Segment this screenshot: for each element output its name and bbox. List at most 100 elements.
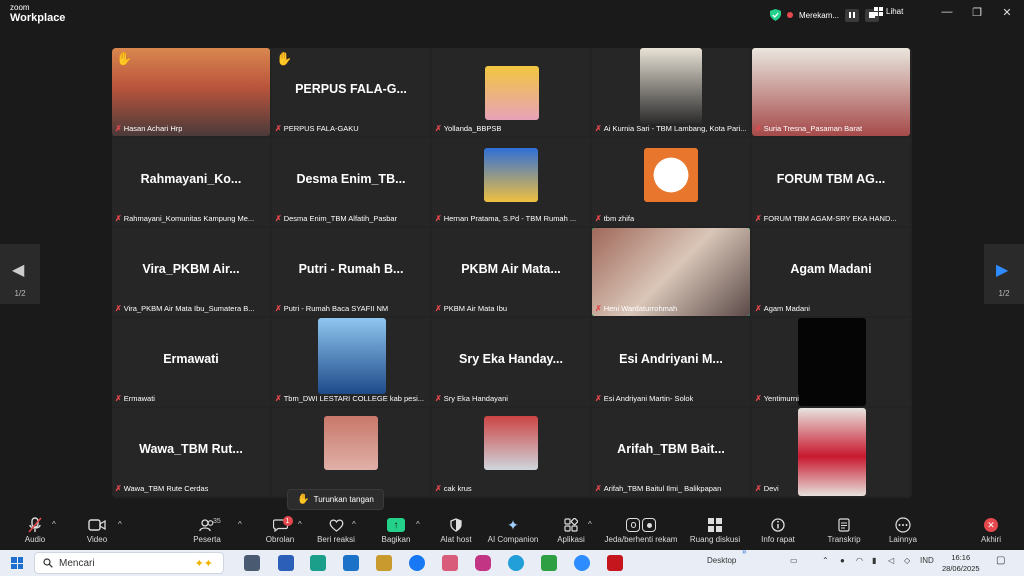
raised-hand-icon: ✋ <box>276 51 293 66</box>
audio-options-caret-icon[interactable]: ^ <box>52 520 56 529</box>
search-icon <box>43 558 53 568</box>
taskbar-camera-app-icon[interactable] <box>244 555 260 571</box>
taskbar-zoom-icon[interactable] <box>574 555 590 571</box>
sparkle-icon: ✦ <box>507 516 519 533</box>
notifications-icon[interactable]: ▢ <box>996 555 1005 566</box>
transcript-button[interactable]: Transkrip <box>826 515 862 549</box>
participant-tile[interactable]: Ermawati ✗ Ermawati <box>112 318 270 406</box>
lower-hand-button[interactable]: ✋ Turunkan tangan <box>287 489 384 510</box>
language-indicator[interactable]: IND <box>920 556 934 565</box>
meeting-info-button[interactable]: Info rapat <box>758 515 798 549</box>
next-page-button[interactable]: ▶ 1/2 <box>984 244 1024 304</box>
mic-muted-icon: ✗ <box>435 304 442 313</box>
participant-tile[interactable]: Agam Madani ✗ Agam Madani <box>752 228 910 316</box>
tray-volume-icon[interactable]: ◁ <box>888 556 894 565</box>
host-tools-button[interactable]: Alat host <box>438 515 474 549</box>
participant-tile[interactable]: Esi Andriyani M... ✗ Esi Andriyani Martin-… <box>592 318 750 406</box>
participant-tile[interactable]: PERPUS FALA-G... ✋ ✗ PERPUS FALA-GAKU <box>272 48 430 136</box>
participant-tile[interactable]: Sry Eka Handay... ✗ Sry Eka Handayani <box>432 318 590 406</box>
participant-tile[interactable]: ✗ tbm zhifa <box>592 138 750 226</box>
tray-mic-icon[interactable]: ● <box>840 556 845 565</box>
chat-label: Obrolan <box>265 535 295 544</box>
participant-tile[interactable]: ✗ Hernan Pratama, S.Pd - TBM Rumah ... <box>432 138 590 226</box>
taskbar-copilot-icon[interactable] <box>442 555 458 571</box>
participant-tile[interactable]: ✗ Yentimurni <box>752 318 910 406</box>
previous-page-button[interactable]: ◀ 1/2 <box>0 244 40 304</box>
participant-tile[interactable]: FORUM TBM AG... ✗ FORUM TBM AGAM-SRY EKA H… <box>752 138 910 226</box>
taskbar-clock[interactable]: 16:16 28/06/2025 <box>942 552 980 574</box>
apps-button[interactable]: Aplikasi <box>556 515 586 549</box>
participant-tile[interactable]: Putri - Rumah B... ✗ Putri - Rumah Baca SY… <box>272 228 430 316</box>
taskbar-edge-icon[interactable] <box>310 555 326 571</box>
desktop-toolbar-label[interactable]: Desktop <box>707 556 736 565</box>
reactions-caret-icon[interactable]: ^ <box>352 520 356 529</box>
participant-name-tag: ✗ Yollanda_BBPSB <box>435 123 501 134</box>
participant-tile[interactable]: PKBM Air Mata... ✗ PKBM Air Mata Ibu <box>432 228 590 316</box>
participant-tile[interactable]: ✋ ✗ Hasan Achari Hrp <box>112 48 270 136</box>
participant-tile[interactable]: ✗ Tbm_DWI LESTARI COLLEGE kab pesi... <box>272 318 430 406</box>
close-window-button[interactable]: ✕ <box>997 6 1017 19</box>
page-indicator-right: 1/2 <box>998 289 1010 298</box>
recording-indicator[interactable]: Merekam... <box>770 7 880 23</box>
participant-tile[interactable] <box>272 408 430 496</box>
pause-stop-recording-button[interactable]: Jeda/berhenti rekam <box>604 515 678 549</box>
end-meeting-label: Akhiri <box>980 535 1001 544</box>
share-caret-icon[interactable]: ^ <box>416 520 420 529</box>
audio-button[interactable]: Audio <box>22 515 48 549</box>
desktop-expand-icon[interactable]: » <box>742 547 746 556</box>
participant-tile[interactable]: ✗ Ai Kurnia Sari - TBM Lambang, Kota Pari… <box>592 48 750 136</box>
share-button[interactable]: ↑ Bagikan <box>380 515 412 549</box>
minimize-button[interactable]: — <box>937 6 957 18</box>
tray-battery-icon[interactable]: ▮ <box>872 556 876 565</box>
taskbar-facebook-icon[interactable] <box>409 555 425 571</box>
participant-tile[interactable]: Vira_PKBM Air... ✗ Vira_PKBM Air Mata Ibu_… <box>112 228 270 316</box>
participant-name-tag: ✗ Ermawati <box>115 393 155 404</box>
participant-tile[interactable]: ✗ Suria Tresna_Pasaman Barat <box>752 48 910 136</box>
taskbar-file-explorer-icon[interactable] <box>376 555 392 571</box>
taskbar-outlook-icon[interactable] <box>343 555 359 571</box>
mic-muted-icon: ✗ <box>595 484 602 493</box>
participant-tile[interactable]: ✗ Heni Wardaturrohmah <box>592 228 750 316</box>
participant-name-tag: ✗ Desma Enim_TBM Alfatih_Pasbar <box>275 213 397 224</box>
participants-button[interactable]: 35 Peserta <box>190 515 224 549</box>
video-options-caret-icon[interactable]: ^ <box>118 520 122 529</box>
participant-display-name: Sry Eka Handay... <box>459 352 563 366</box>
apps-caret-icon[interactable]: ^ <box>588 520 592 529</box>
participant-display-name: Arifah_TBM Bait... <box>617 442 725 456</box>
windows-start-icon[interactable] <box>11 557 23 569</box>
chat-caret-icon[interactable]: ^ <box>298 520 302 529</box>
participant-tile[interactable]: Wawa_TBM Rut... ✗ Wawa_TBM Rute Cerdas <box>112 408 270 496</box>
restore-button[interactable]: ❐ <box>967 6 987 19</box>
taskbar-chart-app-icon[interactable] <box>541 555 557 571</box>
more-button[interactable]: Lainnya <box>886 515 920 549</box>
pause-recording-button[interactable] <box>845 8 860 22</box>
ai-companion-button[interactable]: ✦ AI Companion <box>487 515 539 549</box>
end-meeting-button[interactable]: ✕ Akhiri <box>976 515 1006 549</box>
taskbar-search-box[interactable]: Mencari ✦✦ <box>34 552 224 574</box>
tray-wifi-icon[interactable]: ◠ <box>856 556 863 565</box>
tray-network-icon[interactable]: ◇ <box>904 556 910 565</box>
mic-muted-icon: ✗ <box>755 484 762 493</box>
participant-tile[interactable]: Arifah_TBM Bait... ✗ Arifah_TBM Baitul Ilm… <box>592 408 750 496</box>
arrow-right-icon: ▶ <box>996 262 1009 279</box>
security-shield-icon <box>770 9 781 21</box>
participant-name-tag: ✗ PKBM Air Mata Ibu <box>435 303 507 314</box>
view-button[interactable]: Lihat <box>874 7 903 16</box>
participants-caret-icon[interactable]: ^ <box>238 520 242 529</box>
taskbar-mcafee-icon[interactable] <box>607 555 623 571</box>
host-shield-icon <box>450 515 462 535</box>
tray-chevron-icon[interactable]: ⌃ <box>822 556 829 565</box>
participant-tile[interactable]: Rahmayani_Ko... ✗ Rahmayani_Komunitas Kamp… <box>112 138 270 226</box>
taskbar-telegram-icon[interactable] <box>508 555 524 571</box>
battery-saver-icon[interactable]: ▭ <box>790 556 798 565</box>
participant-tile[interactable]: ✗ cak krus <box>432 408 590 496</box>
breakout-rooms-button[interactable]: Ruang diskusi <box>690 515 740 549</box>
reactions-button[interactable]: Beri reaksi <box>316 515 356 549</box>
participant-tile[interactable]: ✗ Yollanda_BBPSB <box>432 48 590 136</box>
taskbar-word-icon[interactable] <box>278 555 294 571</box>
taskbar-instagram-icon[interactable] <box>475 555 491 571</box>
chat-button[interactable]: 1 Obrolan <box>264 515 296 549</box>
participant-tile[interactable]: Desma Enim_TB... ✗ Desma Enim_TBM Alfatih_… <box>272 138 430 226</box>
video-button[interactable]: Video <box>84 515 110 549</box>
participant-tile[interactable]: ✗ Devi <box>752 408 910 496</box>
